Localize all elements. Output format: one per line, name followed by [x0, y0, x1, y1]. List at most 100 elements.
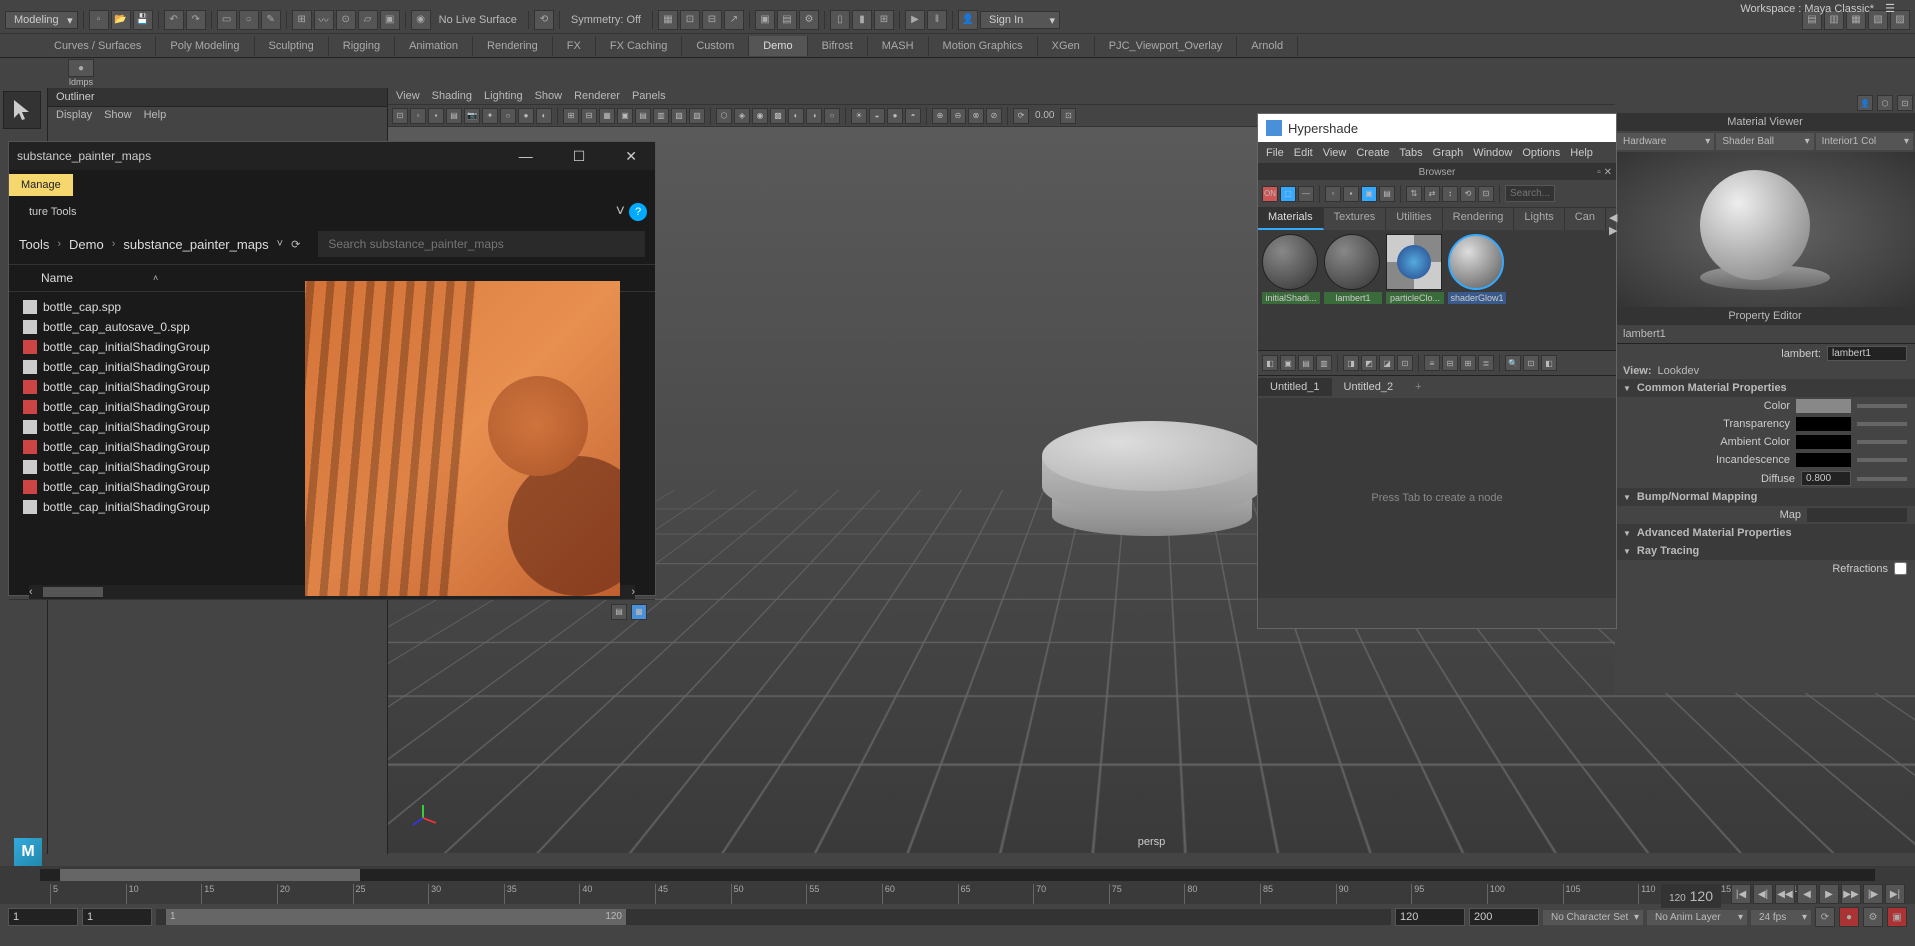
vp-icon[interactable]: ●: [887, 108, 903, 124]
graph-icon[interactable]: ≡: [1424, 355, 1440, 371]
shelf-tab-curves[interactable]: Curves / Surfaces: [40, 36, 156, 56]
render-icon[interactable]: ▣: [755, 10, 775, 30]
shelf-tab-pjc[interactable]: PJC_Viewport_Overlay: [1095, 36, 1238, 56]
file-item[interactable]: bottle_cap.spp: [19, 297, 259, 317]
save-scene-icon[interactable]: 💾: [133, 10, 153, 30]
vp-icon[interactable]: ☀: [851, 108, 867, 124]
shelf-ldmps-icon[interactable]: ●: [68, 59, 94, 77]
hs-tab-materials[interactable]: Materials: [1258, 208, 1324, 230]
sign-in-dropdown[interactable]: Sign In: [980, 11, 1060, 29]
shelf-tab-fx[interactable]: FX: [553, 36, 596, 56]
graph-tab-1[interactable]: Untitled_1: [1258, 378, 1332, 396]
toolbar-icon[interactable]: ↗: [724, 10, 744, 30]
graph-icon[interactable]: ▣: [1280, 355, 1296, 371]
transparency-swatch[interactable]: [1796, 417, 1851, 431]
refractions-checkbox[interactable]: [1894, 562, 1907, 575]
shelf-tab-motion[interactable]: Motion Graphics: [929, 36, 1038, 56]
ambient-swatch[interactable]: [1796, 435, 1851, 449]
hs-icon[interactable]: ↕: [1442, 186, 1458, 202]
hs-icon[interactable]: ON: [1262, 186, 1278, 202]
vp-icon[interactable]: ⊞: [563, 108, 579, 124]
hs-icon[interactable]: ▫: [1325, 186, 1341, 202]
node-name-input[interactable]: [1827, 346, 1907, 361]
ribbon-collapse-icon[interactable]: ˅: [616, 203, 625, 221]
vp-icon[interactable]: ▤: [635, 108, 651, 124]
file-item[interactable]: bottle_cap_initialShadingGroup: [19, 437, 259, 457]
close-panel-icon[interactable]: ▫ ✕: [1597, 167, 1612, 178]
hypershade-titlebar[interactable]: Hypershade: [1258, 114, 1616, 142]
renderer-dropdown[interactable]: Hardware: [1617, 133, 1714, 150]
snap-point-icon[interactable]: ⊙: [336, 10, 356, 30]
graph-icon[interactable]: ⊟: [1442, 355, 1458, 371]
shelf-tab-arnold[interactable]: Arnold: [1237, 36, 1298, 56]
vp-icon[interactable]: ▣: [617, 108, 633, 124]
graph-icon[interactable]: ▤: [1298, 355, 1314, 371]
snap-curve-icon[interactable]: 〰: [314, 10, 334, 30]
fps-dropdown[interactable]: 24 fps: [1751, 910, 1811, 925]
render-settings-icon[interactable]: ⚙: [799, 10, 819, 30]
shelf-tab-demo[interactable]: Demo: [749, 36, 807, 56]
search-icon[interactable]: 🔍: [1505, 355, 1521, 371]
material-swatch[interactable]: initialShadi...: [1262, 234, 1320, 346]
panel-icon[interactable]: ⬡: [1877, 95, 1893, 111]
file-item[interactable]: bottle_cap_initialShadingGroup: [19, 357, 259, 377]
vp-icon[interactable]: ◒: [869, 108, 885, 124]
go-end-button[interactable]: ▶|: [1885, 884, 1905, 904]
vp-icon[interactable]: ⊡: [392, 108, 408, 124]
file-item[interactable]: bottle_cap_initialShadingGroup: [19, 417, 259, 437]
toolbar-icon[interactable]: ⊡: [680, 10, 700, 30]
shelf-tab-rendering[interactable]: Rendering: [473, 36, 553, 56]
vp-icon[interactable]: ○: [500, 108, 516, 124]
select-tool[interactable]: [3, 91, 41, 129]
diffuse-input[interactable]: [1801, 471, 1851, 486]
workspace-name[interactable]: Maya Classic*: [1804, 3, 1874, 15]
vp-icon[interactable]: ▦: [599, 108, 615, 124]
shelf-tab-mash[interactable]: MASH: [868, 36, 929, 56]
scroll-thumb[interactable]: [60, 869, 360, 881]
range-slider[interactable]: 1 120: [156, 909, 1391, 925]
lasso-icon[interactable]: ○: [239, 10, 259, 30]
vp-icon[interactable]: ⊖: [950, 108, 966, 124]
pause-icon[interactable]: ‖: [927, 10, 947, 30]
hs-tab-rendering[interactable]: Rendering: [1443, 208, 1515, 230]
vp-menu-show[interactable]: Show: [535, 90, 563, 102]
shelf-tab-bifrost[interactable]: Bifrost: [808, 36, 868, 56]
toolbar-icon[interactable]: ⊟: [702, 10, 722, 30]
time-ruler[interactable]: 5101520253035404550556065707580859095100…: [0, 884, 1915, 904]
vp-icon[interactable]: ◓: [905, 108, 921, 124]
vp-menu-lighting[interactable]: Lighting: [484, 90, 523, 102]
vp-icon[interactable]: ●: [518, 108, 534, 124]
hs-menu-help[interactable]: Help: [1570, 147, 1593, 159]
diffuse-slider[interactable]: [1857, 477, 1907, 481]
snap-grid-icon[interactable]: ⊞: [292, 10, 312, 30]
graph-icon[interactable]: ⊡: [1397, 355, 1413, 371]
raytracing-section[interactable]: Ray Tracing: [1615, 542, 1915, 560]
shelf-tab-animation[interactable]: Animation: [395, 36, 473, 56]
bottle-cap-mesh[interactable]: [1042, 421, 1262, 536]
map-swatch[interactable]: [1807, 508, 1907, 522]
vp-icon[interactable]: ◈: [734, 108, 750, 124]
character-set-dropdown[interactable]: No Character Set: [1543, 910, 1643, 925]
play-icon[interactable]: ▶: [905, 10, 925, 30]
play-start-input[interactable]: [82, 908, 152, 926]
property-tab[interactable]: lambert1: [1615, 325, 1915, 344]
autokey-icon[interactable]: ●: [1839, 907, 1859, 927]
vp-menu-view[interactable]: View: [396, 90, 420, 102]
shelf-tab-custom[interactable]: Custom: [682, 36, 749, 56]
add-graph-tab[interactable]: +: [1405, 378, 1431, 396]
file-item[interactable]: bottle_cap_initialShadingGroup: [19, 337, 259, 357]
loop-icon[interactable]: ⟳: [1815, 907, 1835, 927]
vp-icon[interactable]: ⊘: [986, 108, 1002, 124]
hs-menu-create[interactable]: Create: [1356, 147, 1389, 159]
color-swatch[interactable]: [1796, 399, 1851, 413]
undo-icon[interactable]: ↶: [164, 10, 184, 30]
step-back-button[interactable]: ◀◀: [1775, 884, 1795, 904]
breadcrumb-tools[interactable]: Tools: [19, 237, 49, 252]
advanced-section[interactable]: Advanced Material Properties: [1615, 524, 1915, 542]
range-bar[interactable]: 1 120: [166, 909, 626, 925]
shelf-tab-rigging[interactable]: Rigging: [329, 36, 395, 56]
incand-swatch[interactable]: [1796, 453, 1851, 467]
file-item[interactable]: bottle_cap_autosave_0.spp: [19, 317, 259, 337]
fb-tab-manage[interactable]: Manage: [9, 174, 73, 196]
graph-icon[interactable]: ≣: [1478, 355, 1494, 371]
